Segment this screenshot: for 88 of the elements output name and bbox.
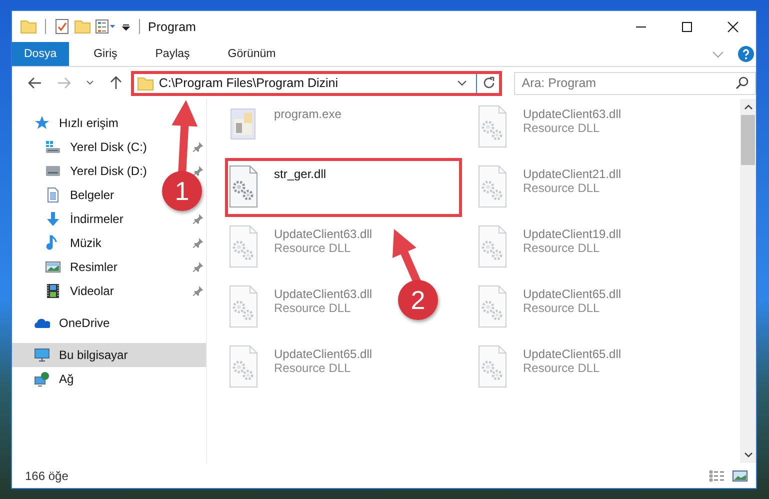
file-name: UpdateClient65.dll bbox=[523, 347, 622, 361]
scrollbar-thumb[interactable] bbox=[741, 115, 755, 165]
file-tile[interactable]: UpdateClient65.dll Resource DLL bbox=[477, 281, 622, 329]
file-name: UpdateClient65.dll bbox=[274, 347, 372, 361]
sidebar-item[interactable]: Videolar bbox=[45, 281, 114, 301]
search-field[interactable]: Ara: Program bbox=[514, 72, 756, 94]
file-type: Resource DLL bbox=[274, 361, 352, 375]
settings-file-icon bbox=[228, 165, 260, 209]
film-icon bbox=[45, 283, 61, 299]
document-icon bbox=[45, 187, 61, 203]
scrollbar[interactable] bbox=[740, 99, 756, 463]
close-icon bbox=[727, 20, 739, 32]
settings-file-icon bbox=[228, 285, 260, 329]
picture-icon bbox=[45, 259, 61, 275]
up-arrow-icon[interactable] bbox=[108, 75, 124, 91]
file-name: UpdateClient19.dll bbox=[523, 227, 622, 241]
file-type: Resource DLL bbox=[523, 301, 601, 315]
file-tile[interactable]: UpdateClient19.dll Resource DLL bbox=[477, 221, 622, 269]
file-tile[interactable]: UpdateClient21.dll Resource DLL bbox=[477, 161, 622, 209]
folder-icon bbox=[136, 74, 154, 92]
file-name: UpdateClient63.dll bbox=[274, 227, 372, 241]
sidebar-item[interactable]: Bu bilgisayar bbox=[34, 345, 128, 365]
file-tile[interactable]: UpdateClient63.dll Resource DLL bbox=[477, 101, 622, 149]
file-tile[interactable]: UpdateClient65.dll Resource DLL bbox=[477, 341, 622, 389]
refresh-icon[interactable] bbox=[482, 76, 496, 90]
sidebar-item[interactable]: OneDrive bbox=[34, 313, 110, 333]
sidebar-item[interactable]: İndirmeler bbox=[45, 209, 124, 229]
settings-file-icon bbox=[477, 105, 509, 149]
scroll-down-icon[interactable] bbox=[744, 452, 752, 458]
help-icon[interactable] bbox=[738, 46, 754, 62]
sidebar-item[interactable]: Hızlı erişim bbox=[34, 113, 118, 133]
ribbon-tab[interactable]: Paylaş bbox=[142, 42, 203, 66]
network-icon bbox=[34, 371, 50, 387]
star-icon bbox=[34, 115, 50, 131]
file-tile[interactable]: str_ger.dll bbox=[225, 158, 462, 217]
pin-icon[interactable] bbox=[193, 262, 203, 272]
sidebar-item[interactable]: Belgeler bbox=[45, 185, 114, 205]
details-view-icon[interactable] bbox=[709, 470, 725, 482]
file-name: UpdateClient65.dll bbox=[523, 287, 622, 301]
file-type: Resource DLL bbox=[523, 181, 601, 195]
settings-file-icon bbox=[477, 165, 509, 209]
file-type: Resource DLL bbox=[274, 241, 352, 255]
maximize-icon bbox=[681, 20, 693, 32]
item-count: 166 öğe bbox=[25, 468, 68, 482]
drive-icon bbox=[45, 139, 61, 155]
file-name: str_ger.dll bbox=[274, 167, 326, 181]
drive-icon bbox=[45, 163, 61, 179]
settings-file-icon bbox=[477, 225, 509, 269]
sidebar-item[interactable]: Yerel Disk (D:) bbox=[45, 161, 147, 181]
address-path: C:\Program Files\Program Dizini bbox=[158, 76, 340, 90]
file-tile[interactable]: program.exe bbox=[228, 101, 342, 149]
file-tile[interactable]: UpdateClient63.dll Resource DLL bbox=[228, 221, 372, 269]
file-name: UpdateClient21.dll bbox=[523, 167, 622, 181]
file-name: UpdateClient63.dll bbox=[523, 107, 622, 121]
pin-icon[interactable] bbox=[193, 166, 203, 176]
back-arrow-icon[interactable] bbox=[27, 75, 43, 91]
file-type: Resource DLL bbox=[523, 241, 601, 255]
sidebar-item[interactable]: Ağ bbox=[34, 369, 74, 389]
checklist-icon[interactable] bbox=[54, 18, 70, 35]
scroll-up-icon[interactable] bbox=[744, 104, 752, 110]
file-tile[interactable]: UpdateClient63.dll Resource DLL bbox=[228, 281, 372, 329]
settings-file-icon bbox=[228, 345, 260, 389]
file-tile[interactable]: UpdateClient65.dll Resource DLL bbox=[228, 341, 372, 389]
settings-file-icon bbox=[228, 225, 260, 269]
ribbon-tab[interactable]: Giriş bbox=[80, 42, 130, 66]
ribbon-tab[interactable]: Görünüm bbox=[214, 42, 289, 66]
sidebar-item[interactable]: Müzik bbox=[45, 233, 102, 253]
file-name: program.exe bbox=[274, 107, 342, 121]
file-type: Resource DLL bbox=[523, 121, 601, 135]
pin-icon[interactable] bbox=[193, 286, 203, 296]
window-title: Program bbox=[148, 20, 196, 34]
settings-file-icon bbox=[477, 345, 509, 389]
computer-icon bbox=[34, 347, 50, 363]
pin-icon[interactable] bbox=[193, 238, 203, 248]
pin-icon[interactable] bbox=[193, 214, 203, 224]
address-bar[interactable]: C:\Program Files\Program Dizini bbox=[130, 70, 502, 96]
sidebar-item[interactable]: Yerel Disk (C:) bbox=[45, 137, 147, 157]
search-icon[interactable] bbox=[735, 76, 749, 90]
download-arrow-icon bbox=[45, 211, 61, 227]
file-name: UpdateClient63.dll bbox=[274, 287, 372, 301]
file-type: Resource DLL bbox=[274, 301, 352, 315]
tiles-view-icon[interactable] bbox=[732, 470, 748, 482]
sidebar-item[interactable]: Resimler bbox=[45, 257, 118, 277]
pin-icon[interactable] bbox=[193, 142, 203, 152]
properties-icon[interactable] bbox=[95, 18, 117, 35]
file-type: Resource DLL bbox=[523, 361, 601, 375]
settings-file-icon bbox=[477, 285, 509, 329]
ribbon-tab[interactable]: Dosya bbox=[12, 42, 69, 66]
